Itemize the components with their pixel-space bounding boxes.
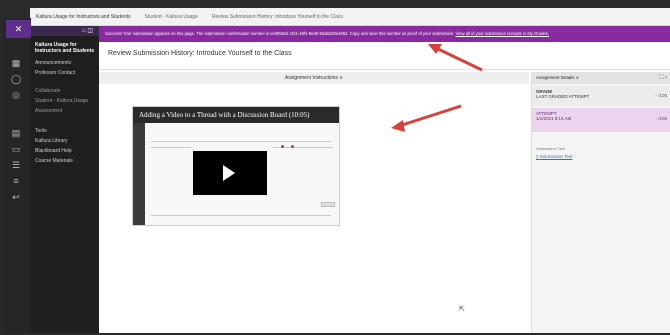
grade-row: GRADE LAST GRADED ATTEMPT - /100	[532, 86, 670, 106]
submission-link-label: Submission Text	[539, 154, 573, 159]
annotation-arrow-top	[428, 44, 483, 72]
messages-icon[interactable]: ▭	[10, 144, 22, 154]
sidebar-item-student-kaltura[interactable]: Student - Kaltura Usage	[35, 98, 97, 104]
expand-icon[interactable]: ⛶ ›	[659, 72, 667, 84]
details-header[interactable]: Assignment Details ∨ ⛶ ›	[532, 72, 670, 84]
browser-tab-bar: Kaltura Usage for Instructors and Studen…	[30, 8, 670, 26]
annotation-arrow-middle	[391, 104, 462, 132]
institution-icon[interactable]: ▦	[10, 58, 22, 68]
sidebar-item-blackboard-help[interactable]: Blackboard Help	[35, 148, 97, 154]
sidebar-item-kaltura-library[interactable]: Kaltura Library	[35, 138, 97, 144]
marker-dot	[281, 145, 284, 148]
sidenav-controls[interactable]: ⌂ ◫	[31, 26, 99, 36]
tab-student[interactable]: Student - Kaltura Usage	[145, 14, 198, 20]
submission-text-link[interactable]: ▯ Submission Text	[536, 154, 572, 160]
course-sidenav: ⌂ ◫ Kaltura Usage for Instructors and St…	[31, 26, 99, 333]
video-player[interactable]	[193, 151, 267, 195]
sidebar-item-assessment[interactable]: Assessment	[35, 108, 97, 114]
cursor-icon: ⇱	[459, 306, 465, 313]
divider	[151, 147, 191, 148]
assignment-details-panel: Assignment Details ∨ ⛶ › GRADE LAST GRAD…	[531, 72, 670, 333]
divider	[151, 215, 331, 216]
course-title[interactable]: Kaltura Usage for Instructors and Studen…	[35, 42, 95, 54]
divider	[151, 141, 331, 142]
screen-frame: Kaltura Usage for Instructors and Studen…	[0, 0, 670, 335]
submission-label: Submission Text	[536, 146, 566, 151]
video-title: Adding a Video to a Thread with a Discus…	[133, 107, 339, 123]
grade-sub: LAST GRADED ATTEMPT	[536, 94, 590, 99]
video-thumbnail[interactable]: Adding a Video to a Thread with a Discus…	[132, 106, 340, 226]
document-icon: ▯	[536, 154, 539, 159]
page-header: Review Submission History: Introduce You…	[99, 42, 670, 70]
receipts-link[interactable]: View all of your submission receipts in …	[456, 31, 549, 36]
left-rail: ✕ ▦ ◯ ◎ ▤ ▭ ☰ ≡ ↩	[3, 18, 31, 333]
video-action-button[interactable]	[321, 202, 335, 207]
page-title: Review Submission History: Introduce You…	[108, 50, 292, 57]
grades-icon[interactable]: ☰	[10, 160, 22, 170]
sidebar-item-course-materials[interactable]: Course Materials	[35, 158, 97, 164]
video-sidebar	[133, 123, 145, 225]
signout-icon[interactable]: ↩	[10, 192, 22, 202]
profile-icon[interactable]: ◯	[10, 74, 22, 84]
globe-icon[interactable]: ◎	[10, 90, 22, 100]
attempt-row[interactable]: ATTEMPT 1/1/2021 8:14 AM - /100	[532, 108, 670, 132]
success-banner: Success! Your submission appears on this…	[99, 26, 670, 42]
grade-value: - /100	[655, 93, 667, 98]
logo-icon[interactable]: ✕	[6, 20, 31, 38]
sidebar-item-tools[interactable]: Tools	[35, 128, 97, 134]
main-content: Success! Your submission appears on this…	[99, 26, 670, 333]
calendar-icon[interactable]: ▤	[10, 128, 22, 138]
tab-review[interactable]: Review Submission History: Introduce You…	[212, 14, 343, 20]
sidebar-item-collaborate[interactable]: Collaborate	[35, 88, 97, 94]
marker-dot	[291, 145, 294, 148]
play-icon[interactable]	[223, 165, 235, 181]
sidebar-item-professor-contact[interactable]: Professor Contact	[35, 70, 97, 76]
details-header-label: Assignment Details ∨	[536, 75, 580, 80]
attempt-sub: 1/1/2021 8:14 AM	[536, 116, 572, 121]
banner-text: Success! Your submission appears on this…	[105, 31, 455, 36]
tab-course[interactable]: Kaltura Usage for Instructors and Studen…	[36, 14, 131, 20]
sidebar-item-announcements[interactable]: Announcements	[35, 60, 97, 66]
tools-icon[interactable]: ≡	[10, 176, 22, 186]
attempt-value: - /100	[655, 116, 667, 121]
